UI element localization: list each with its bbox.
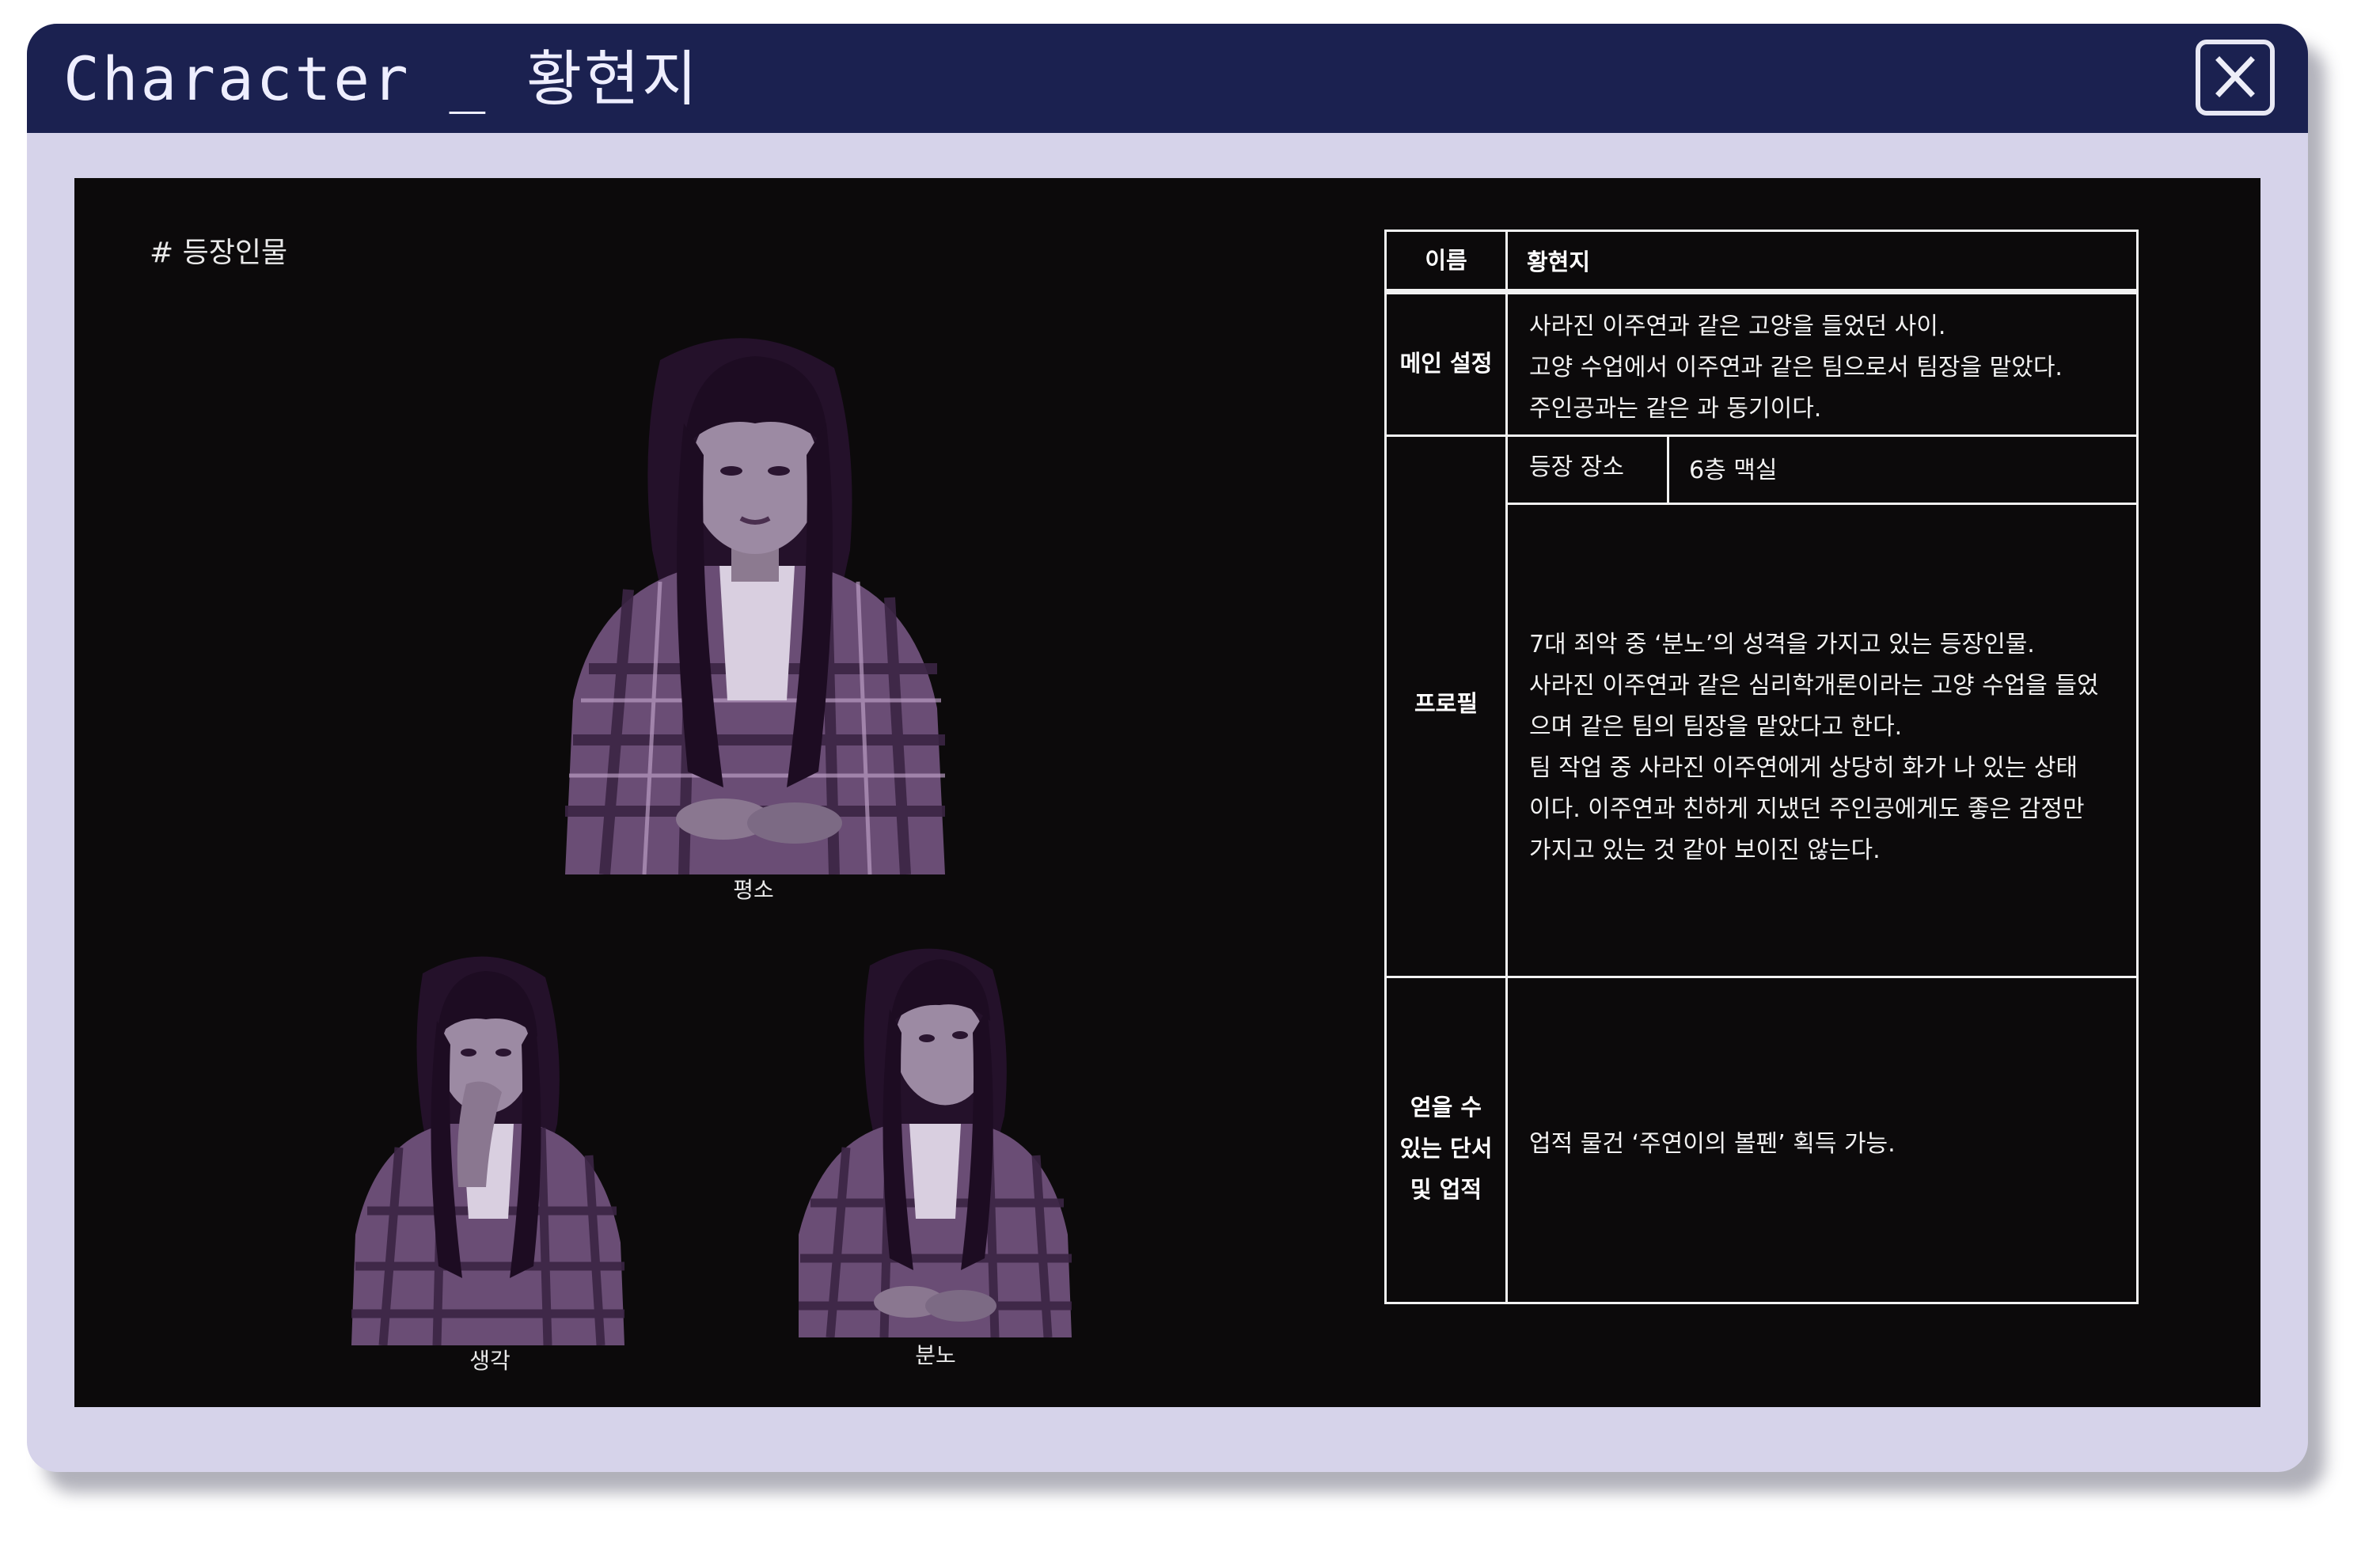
name-value: 황현지 — [1527, 248, 1591, 275]
main-setting-header: 메인 설정 — [1399, 350, 1493, 377]
clue-header-line: 있는 단서 — [1399, 1135, 1493, 1162]
location-label: 등장 장소 — [1529, 453, 1624, 481]
table-divider — [1505, 503, 2136, 505]
profile-line: 가지고 있는 것 같아 보이진 않는다. — [1529, 836, 1881, 864]
character-content: # 등장인물 평소 생각 분노 이름 황현지 메인 설정 사라진 이주연과 같은… — [74, 178, 2260, 1407]
profile-line: 7대 죄악 중 ‘분노’의 성격을 가지고 있는 등장인물. — [1529, 631, 2035, 658]
portrait-caption-angry: 분노 — [915, 1342, 956, 1368]
portrait-caption-normal: 평소 — [733, 877, 774, 903]
clue-header-line: 얻을 수 — [1410, 1094, 1482, 1121]
table-divider — [1505, 232, 1508, 1302]
close-button[interactable] — [2196, 40, 2275, 116]
window-title: Character _ 황현지 — [63, 44, 700, 114]
title-bar: Character _ 황현지 — [27, 24, 2308, 133]
character-info-table: 이름 황현지 메인 설정 사라진 이주연과 같은 고양을 들었던 사이. 고양 … — [1384, 230, 2139, 1304]
profile-header: 프로필 — [1414, 690, 1478, 717]
profile-line: 사라진 이주연과 같은 심리학개론이라는 고양 수업을 들었 — [1529, 672, 2099, 700]
profile-line: 이다. 이주연과 친하게 지냈던 주인공에게도 좋은 감정만 — [1529, 795, 2085, 823]
table-divider — [1387, 976, 2136, 978]
character-window: Character _ 황현지 # 등장인물 평소 생각 분노 이름 황현지 메… — [27, 24, 2308, 1472]
main-setting-line: 주인공과는 같은 과 동기이다. — [1529, 395, 1822, 423]
clue-value: 업적 물건 ‘주연이의 볼펜’ 획득 가능. — [1529, 1130, 1896, 1158]
main-setting-line: 고양 수업에서 이주연과 같은 팀으로서 팀장을 맡았다. — [1529, 354, 2063, 381]
table-divider — [1667, 434, 1669, 504]
section-label: # 등장인물 — [150, 237, 288, 269]
table-divider — [1387, 434, 2136, 437]
portrait-thinking — [351, 956, 624, 1345]
main-setting-line: 사라진 이주연과 같은 고양을 들었던 사이. — [1529, 313, 1946, 340]
clue-header-line: 및 업적 — [1410, 1176, 1482, 1203]
name-header: 이름 — [1425, 247, 1467, 274]
portrait-caption-thinking: 생각 — [469, 1348, 511, 1374]
location-value: 6층 맥실 — [1689, 457, 1778, 484]
close-x-icon — [2215, 56, 2255, 97]
table-divider — [1387, 289, 2136, 294]
portrait-angry — [799, 948, 1072, 1337]
portrait-normal — [565, 338, 945, 874]
profile-line: 으며 같은 팀의 팀장을 맡았다고 한다. — [1529, 713, 1903, 741]
profile-line: 팀 작업 중 사라진 이주연에게 상당히 화가 나 있는 상태 — [1529, 754, 2078, 782]
